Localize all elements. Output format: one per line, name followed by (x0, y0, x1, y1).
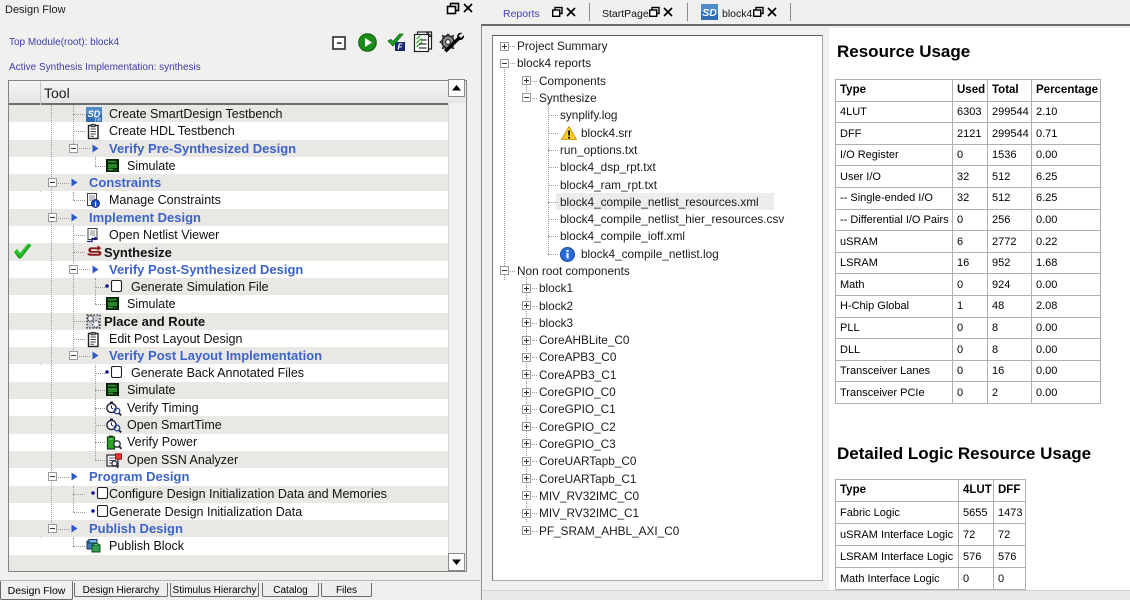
svg-text:i: i (94, 200, 96, 209)
svg-text:TB: TB (94, 117, 101, 123)
svg-text:SD: SD (702, 7, 717, 19)
